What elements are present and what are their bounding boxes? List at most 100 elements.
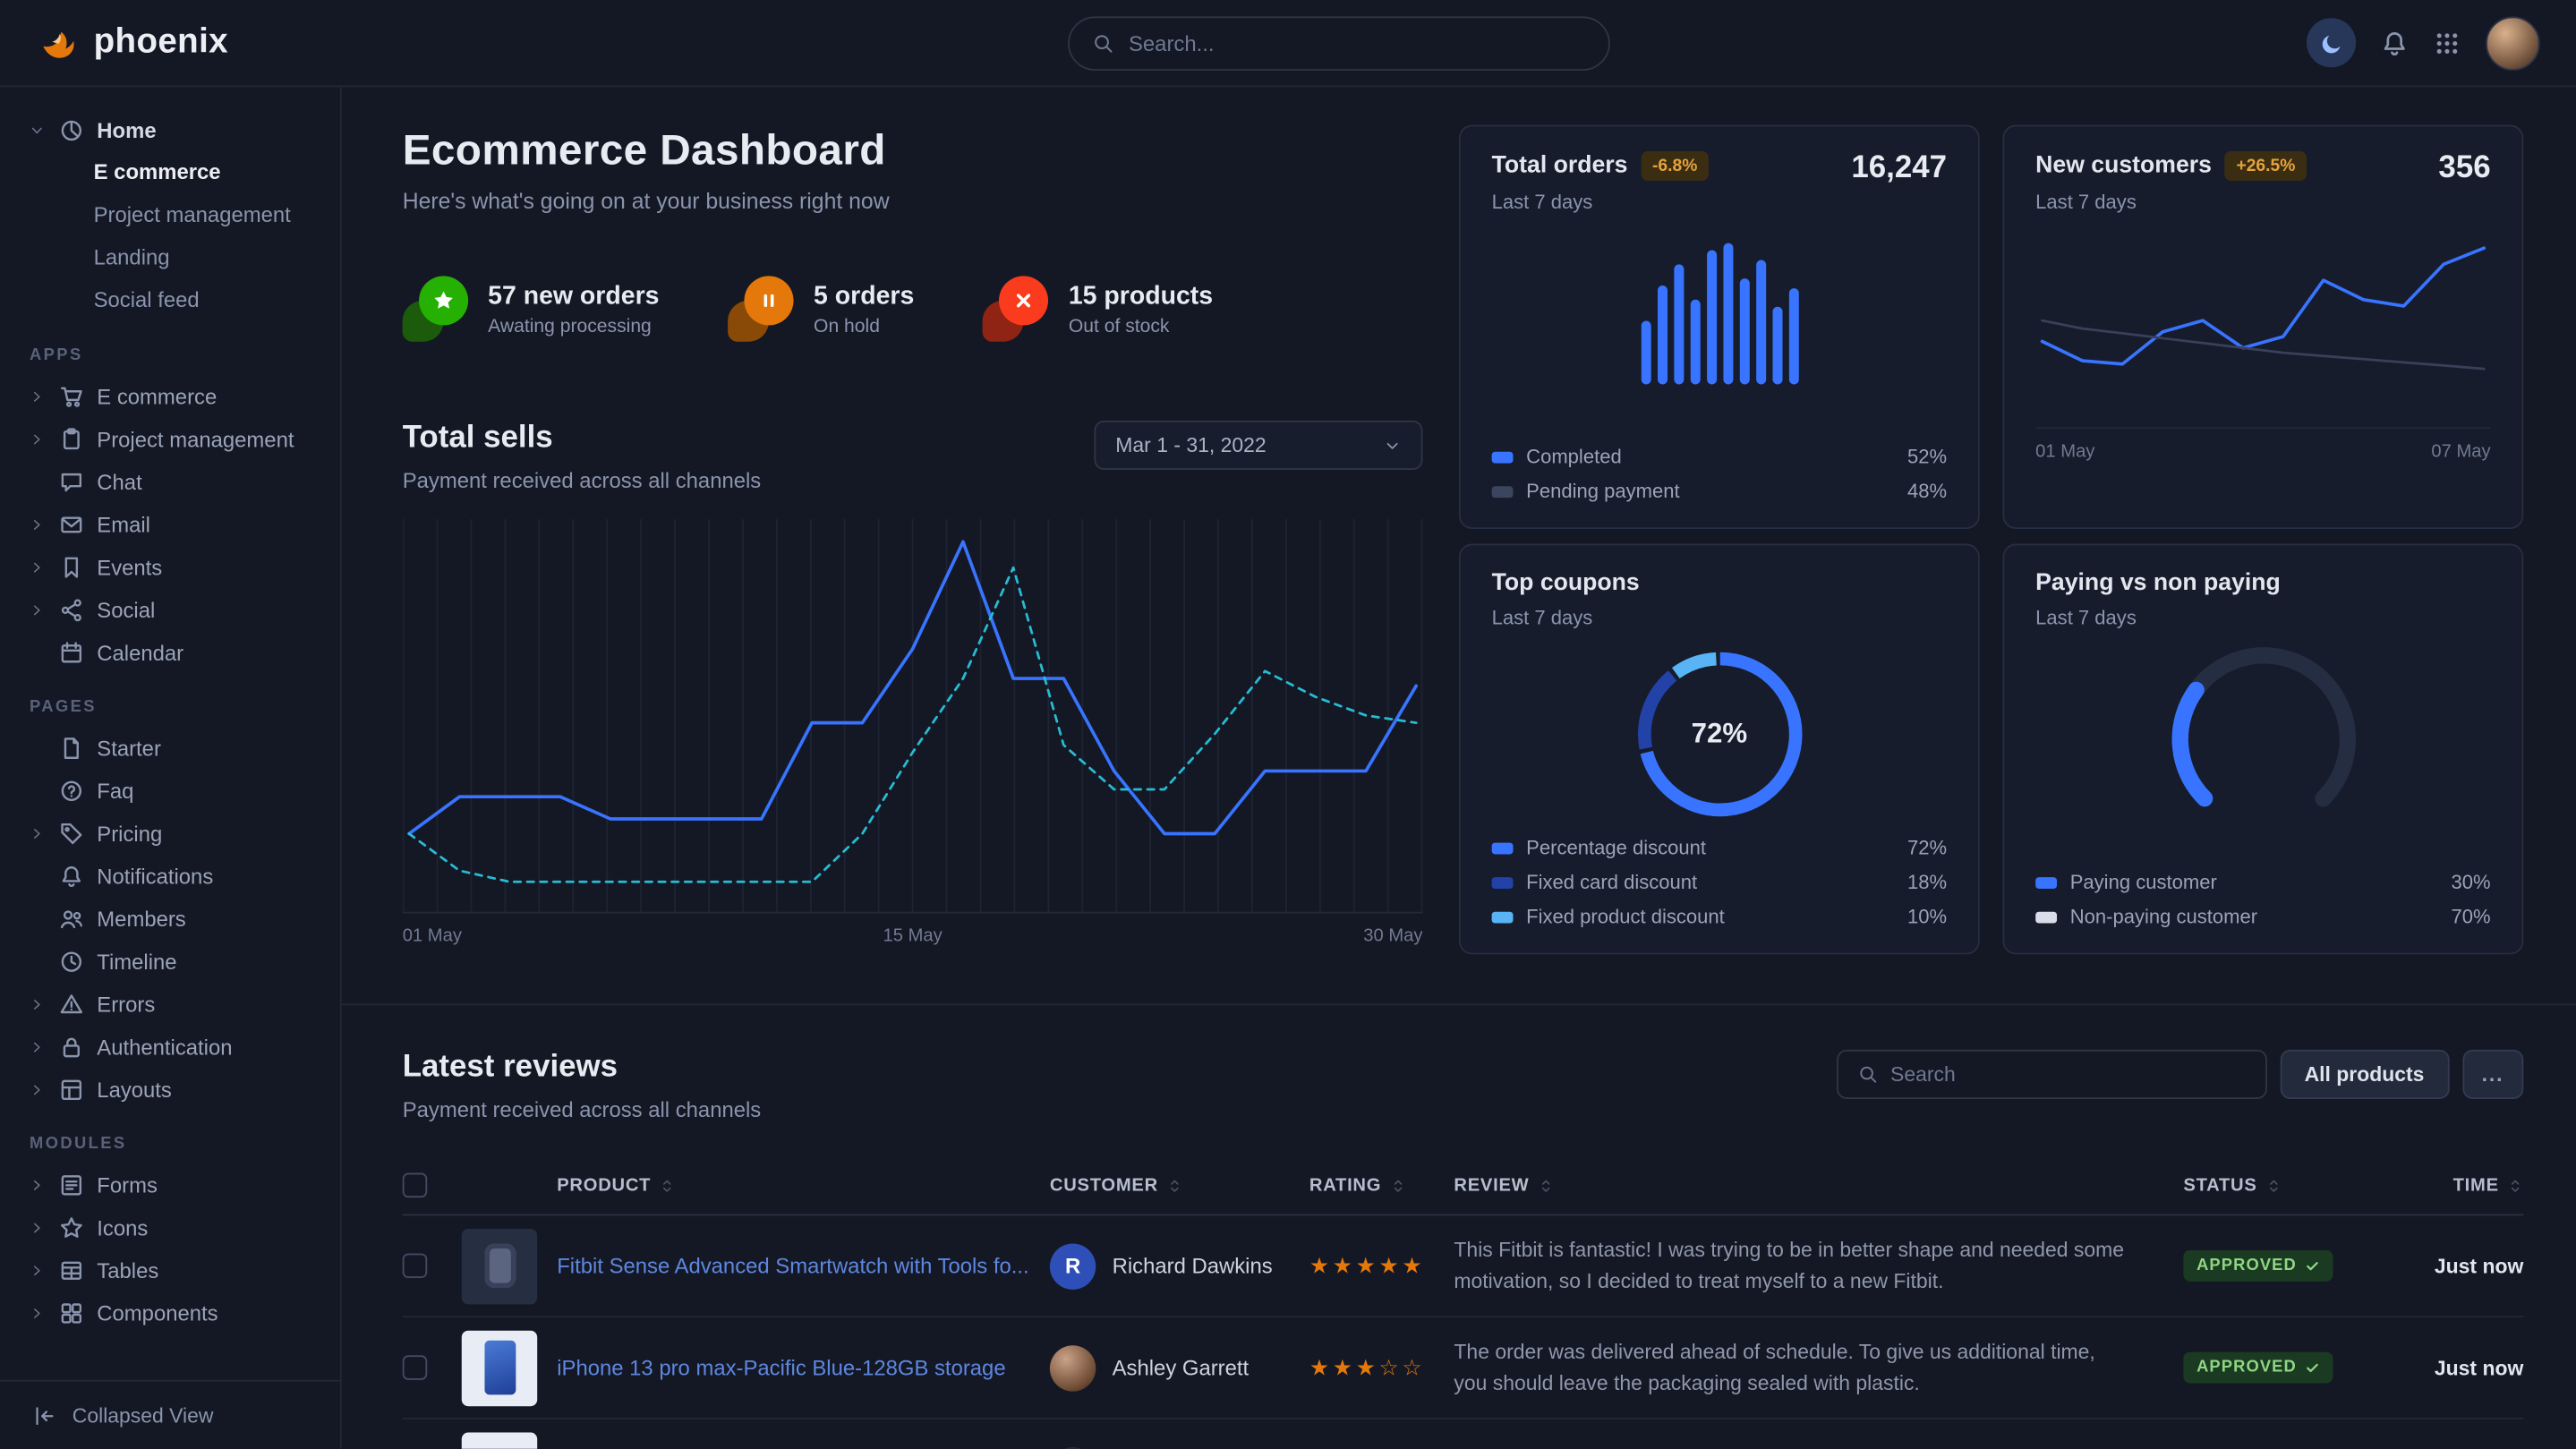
calendar-icon — [59, 640, 84, 665]
sidebar-item-e-commerce[interactable]: E commerce — [20, 151, 320, 194]
all-products-button[interactable]: All products — [2280, 1050, 2449, 1099]
sort-icon — [1389, 1177, 1405, 1193]
legend-marker — [1492, 485, 1514, 497]
caret-right-icon — [30, 1220, 46, 1235]
more-options-button[interactable]: ... — [2462, 1050, 2524, 1099]
sidebar-item-project-management[interactable]: Project management — [20, 194, 320, 237]
sidebar-item-components[interactable]: Components — [20, 1291, 320, 1334]
theme-toggle-button[interactable] — [2307, 18, 2356, 67]
chevron-down-icon — [1383, 436, 1401, 454]
sidebar-item-errors[interactable]: Errors — [20, 983, 320, 1026]
caret-right-icon — [30, 602, 46, 618]
top-navbar: phoenix — [0, 0, 2576, 87]
sidebar-item-timeline[interactable]: Timeline — [20, 940, 320, 983]
total-sells-title: Total sells — [403, 421, 762, 456]
grid-icon — [2433, 29, 2461, 56]
customer-name: Ashley Garrett — [1113, 1355, 1250, 1380]
notifications-button[interactable] — [2381, 29, 2409, 56]
reviews-subtitle: Payment received across all channels — [403, 1097, 762, 1122]
review-text: This Fitbit is fantastic! I was trying t… — [1454, 1236, 2183, 1296]
reviews-search-input[interactable] — [1890, 1063, 2245, 1087]
sidebar-item-social[interactable]: Social — [20, 588, 320, 631]
collapsed-view-button[interactable]: Collapsed View — [0, 1380, 340, 1449]
column-header-customer[interactable]: CUSTOMER — [1050, 1175, 1309, 1195]
phoenix-logo-icon — [36, 21, 79, 64]
sidebar-item-email[interactable]: Email — [20, 503, 320, 546]
brand[interactable]: phoenix — [36, 21, 228, 64]
sidebar-item-authentication[interactable]: Authentication — [20, 1025, 320, 1068]
caret-right-icon — [30, 516, 46, 532]
card-title: Total orders — [1492, 153, 1628, 179]
customer-avatar — [1050, 1344, 1096, 1390]
sidebar-item-landing[interactable]: Landing — [20, 236, 320, 279]
sidebar-item-label: Layouts — [97, 1077, 172, 1102]
search-input[interactable] — [1129, 31, 1585, 56]
total-orders-legend: Completed52%Pending payment48% — [1492, 445, 1947, 502]
stat-caption: Awating processing — [488, 316, 659, 336]
column-header-status[interactable]: STATUS — [2183, 1175, 2403, 1195]
column-header-rating[interactable]: RATING — [1309, 1175, 1454, 1195]
sidebar-item-e-commerce[interactable]: E commerce — [20, 374, 320, 417]
cross-icon — [983, 276, 1048, 341]
sidebar-item-faq[interactable]: Faq — [20, 769, 320, 812]
column-label: CUSTOMER — [1050, 1175, 1158, 1195]
sidebar-item-tables[interactable]: Tables — [20, 1249, 320, 1291]
caret-right-icon — [30, 1039, 46, 1054]
top-coupons-chart: 72% — [1633, 649, 1804, 820]
sidebar-item-starter[interactable]: Starter — [20, 726, 320, 769]
column-label: STATUS — [2183, 1175, 2256, 1195]
product-link[interactable]: Fitbit Sense Advanced Smartwatch with To… — [557, 1253, 1028, 1278]
date-range-select[interactable]: Mar 1 - 31, 2022 — [1094, 421, 1422, 470]
donut-center-label: 72% — [1633, 649, 1804, 820]
user-avatar[interactable] — [2486, 15, 2540, 70]
envelope-icon — [59, 512, 84, 537]
sidebar-item-chat[interactable]: Chat — [20, 460, 320, 503]
select-all-checkbox[interactable] — [403, 1173, 428, 1198]
apps-grid-button[interactable] — [2433, 29, 2461, 56]
column-header-product[interactable]: PRODUCT — [557, 1175, 1050, 1195]
card-period: Last 7 days — [1492, 606, 1640, 629]
kpi-cards: Total orders -6.8% Last 7 days 16,247 Co… — [1459, 124, 2523, 954]
date-range-value: Mar 1 - 31, 2022 — [1115, 434, 1266, 457]
sidebar-item-events[interactable]: Events — [20, 545, 320, 588]
total-sells-xaxis: 01 May15 May30 May — [403, 926, 1423, 946]
sidebar-item-icons[interactable]: Icons — [20, 1206, 320, 1249]
sidebar-item-label: Timeline — [97, 949, 176, 974]
sidebar-item-calendar[interactable]: Calendar — [20, 631, 320, 674]
column-header-time[interactable]: TIME — [2403, 1175, 2523, 1195]
sidebar-item-notifications[interactable]: Notifications — [20, 854, 320, 897]
product-image — [462, 1432, 537, 1449]
column-header-review[interactable]: REVIEW — [1454, 1175, 2183, 1195]
row-checkbox[interactable] — [403, 1355, 428, 1380]
total-orders-value: 16,247 — [1851, 151, 1947, 187]
x-axis-label: 30 May — [1363, 926, 1422, 946]
card-title: Paying vs non paying — [2035, 570, 2281, 596]
sidebar-item-members[interactable]: Members — [20, 897, 320, 940]
legend-value: 70% — [2452, 905, 2491, 928]
sidebar-item-social-feed[interactable]: Social feed — [20, 279, 320, 322]
check-icon — [2305, 1258, 2320, 1274]
caret-down-icon — [30, 123, 46, 138]
caret-right-icon — [30, 1305, 46, 1320]
product-link[interactable]: iPhone 13 pro max-Pacific Blue-128GB sto… — [557, 1355, 1005, 1380]
reviews-table: PRODUCTCUSTOMER RATINGREVIEWSTATUS TIME Fi… — [403, 1156, 2524, 1449]
reviews-search[interactable] — [1836, 1050, 2266, 1099]
global-search[interactable] — [1068, 16, 1610, 71]
navbar-actions — [2307, 15, 2540, 70]
sidebar-item-forms[interactable]: Forms — [20, 1163, 320, 1206]
sidebar-item-label: Home — [97, 117, 156, 142]
sidebar-item-pricing[interactable]: Pricing — [20, 812, 320, 855]
sidebar-item-project-management[interactable]: Project management — [20, 417, 320, 460]
reviews-controls: All products ... — [1836, 1050, 2523, 1099]
layout-icon — [59, 1077, 84, 1102]
row-checkbox[interactable] — [403, 1253, 428, 1278]
sidebar-item-layouts[interactable]: Layouts — [20, 1068, 320, 1111]
status-text: APPROVED — [2196, 1257, 2297, 1274]
file-icon — [59, 735, 84, 760]
paying-legend: Paying customer30%Non-paying customer70% — [2035, 871, 2490, 928]
sidebar-item-home[interactable]: Home — [20, 108, 320, 151]
x-axis-label: 15 May — [883, 926, 942, 946]
sidebar-nav: HomeE commerceProject managementLandingS… — [20, 108, 320, 1334]
table-row — [403, 1419, 2524, 1449]
cart-icon — [59, 384, 84, 409]
